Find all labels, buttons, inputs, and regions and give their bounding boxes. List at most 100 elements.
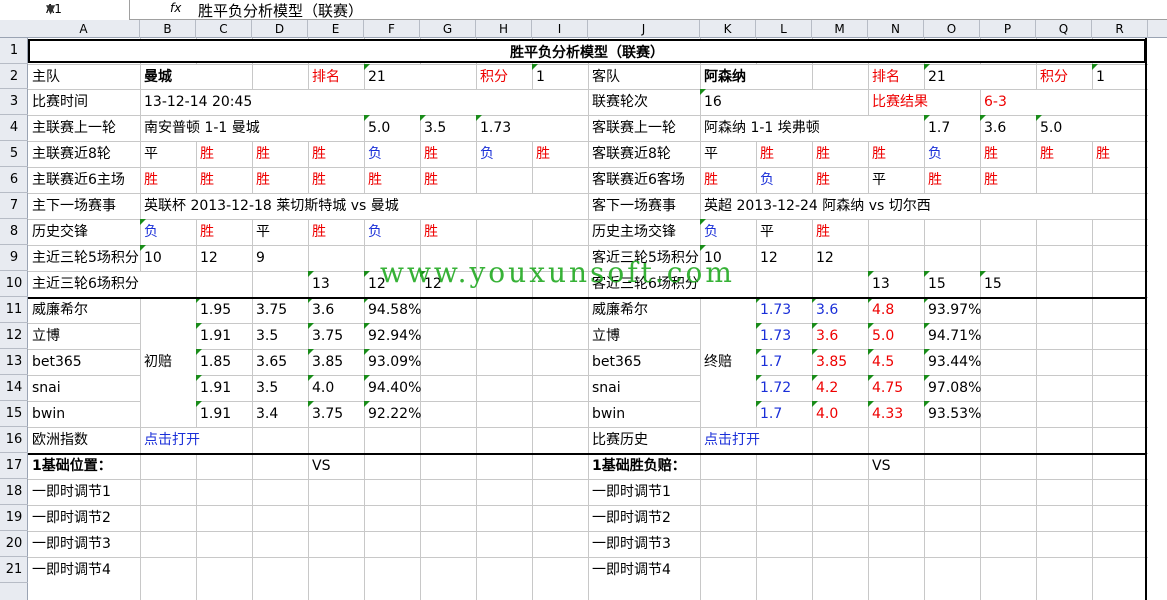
initial-odds-home[interactable]: 1.85 [197,350,252,375]
home-last-odds-3[interactable]: 1.73 [477,116,588,141]
row-header-16[interactable]: 16 [0,427,28,453]
adjust-label[interactable]: 一即时调节1 [589,480,700,505]
h2h-result[interactable]: 负 [141,220,196,245]
h2h-result[interactable]: 负 [365,220,420,245]
points-label[interactable]: 积分 [477,65,532,89]
row-header-6[interactable]: 6 [0,167,28,193]
euro-index-label[interactable]: 欧洲指数 [29,428,140,453]
initial-odds-draw[interactable]: 3.5 [253,376,308,401]
function-icon[interactable]: fx [170,1,181,15]
row-header-15[interactable]: 15 [0,401,28,427]
column-header-k[interactable]: K [700,20,756,38]
away-next-match[interactable]: 英超 2013-12-24 阿森纳 vs 切尔西 [701,194,1148,219]
initial-odds-draw[interactable]: 3.75 [253,298,308,323]
home-last6-result[interactable]: 胜 [309,168,364,193]
cell[interactable] [253,65,308,89]
final-odds-away[interactable]: 4.75 [869,376,924,401]
base-odds-label[interactable]: 1基础胜负赔： [589,454,700,479]
match-history-label[interactable]: 比赛历史 [589,428,700,453]
bookmaker[interactable]: 立博 [29,324,140,349]
initial-odds-away[interactable]: 3.6 [309,298,364,323]
row-header-13[interactable]: 13 [0,349,28,375]
final-odds-home[interactable]: 1.73 [757,298,812,323]
away-pts5-label[interactable]: 客近三轮5场积分 [589,246,700,271]
match-time-label[interactable]: 比赛时间 [29,90,140,115]
home-last8-result[interactable]: 胜 [253,142,308,167]
initial-return[interactable]: 92.22% [365,402,421,427]
row-header-10[interactable]: 10 [0,271,28,297]
away-last8-result[interactable]: 胜 [1093,142,1148,167]
h2h-result[interactable]: 胜 [421,220,476,245]
bookmaker[interactable]: 威廉希尔 [589,298,700,323]
away-last-odds-3[interactable]: 5.0 [1037,116,1148,141]
away-pts5[interactable]: 12 [757,246,812,271]
sheet-title[interactable]: 胜平负分析模型（联赛） [28,39,1146,63]
final-odds-away[interactable]: 4.5 [869,350,924,375]
column-header-a[interactable]: A [28,20,140,38]
h2h-label[interactable]: 历史交锋 [29,220,140,245]
row-header-14[interactable]: 14 [0,375,28,401]
away-last8-result[interactable]: 负 [925,142,980,167]
result[interactable]: 6-3 [981,90,1148,115]
adjust-label[interactable]: 一即时调节1 [29,480,140,505]
initial-odds-home[interactable]: 1.95 [197,298,252,323]
initial-odds-away[interactable]: 3.75 [309,324,364,349]
home-h2h-result[interactable]: 负 [701,220,756,245]
final-odds-away[interactable]: 4.8 [869,298,924,323]
column-header-r[interactable]: R [1092,20,1148,38]
home-last-odds-2[interactable]: 3.5 [421,116,476,141]
home-last8-result[interactable]: 负 [477,142,532,167]
away-last-match[interactable]: 阿森纳 1-1 埃弗顿 [701,116,924,141]
final-odds-home[interactable]: 1.73 [757,324,812,349]
initial-odds-home[interactable]: 1.91 [197,324,252,349]
away-last-label[interactable]: 客联赛上一轮 [589,116,700,141]
h2h-result[interactable]: 胜 [197,220,252,245]
name-box[interactable]: A1 ▼ [0,0,130,20]
final-return[interactable]: 93.97% [925,298,981,323]
home-pts5[interactable]: 10 [141,246,196,271]
bookmaker[interactable]: bwin [589,402,700,427]
final-return[interactable]: 94.71% [925,324,981,349]
away-last8-result[interactable]: 胜 [757,142,812,167]
away-pts6[interactable]: 15 [981,272,1036,297]
row-header-8[interactable]: 8 [0,219,28,245]
rank-label[interactable]: 排名 [309,65,364,89]
home-rank[interactable]: 21 [365,65,476,89]
away-next-label[interactable]: 客下一场赛事 [589,194,700,219]
away-last6-result[interactable]: 负 [757,168,812,193]
initial-odds-away[interactable]: 4.0 [309,376,364,401]
bookmaker[interactable]: 立博 [589,324,700,349]
initial-return[interactable]: 92.94% [365,324,421,349]
chevron-down-icon[interactable]: ▼ [46,2,55,16]
column-header-f[interactable]: F [364,20,420,38]
away-last6-result[interactable]: 胜 [981,168,1036,193]
row-header-17[interactable]: 17 [0,453,28,479]
home-last8-result[interactable]: 平 [141,142,196,167]
away-rank[interactable]: 21 [925,65,1036,89]
row-header-11[interactable]: 11 [0,297,28,323]
final-odds-home[interactable]: 1.72 [757,376,812,401]
home-pts5[interactable]: 12 [197,246,252,271]
row-header-3[interactable]: 3 [0,89,28,115]
away-last8-result[interactable]: 胜 [869,142,924,167]
column-header-n[interactable]: N [868,20,924,38]
initial-odds-label[interactable]: 初赔 [141,298,196,427]
home-h2h-label[interactable]: 历史主场交锋 [589,220,700,245]
bookmaker[interactable]: bet365 [29,350,140,375]
column-header-l[interactable]: L [756,20,812,38]
final-odds-home[interactable]: 1.7 [757,402,812,427]
away-pts5[interactable]: 10 [701,246,756,271]
column-header-d[interactable]: D [252,20,308,38]
home-last8-label[interactable]: 主联赛近8轮 [29,142,140,167]
match-history-link[interactable]: 点击打开 [701,428,812,453]
adjust-label[interactable]: 一即时调节2 [29,506,140,531]
away-last8-result[interactable]: 平 [701,142,756,167]
home-last6-result[interactable]: 胜 [141,168,196,193]
h2h-result[interactable]: 胜 [309,220,364,245]
away-team[interactable]: 阿森纳 [701,65,812,89]
away-last6-result[interactable]: 胜 [813,168,868,193]
away-last6-result[interactable]: 胜 [925,168,980,193]
away-last8-label[interactable]: 客联赛近8轮 [589,142,700,167]
home-last6-result[interactable]: 胜 [365,168,420,193]
initial-odds-home[interactable]: 1.91 [197,376,252,401]
